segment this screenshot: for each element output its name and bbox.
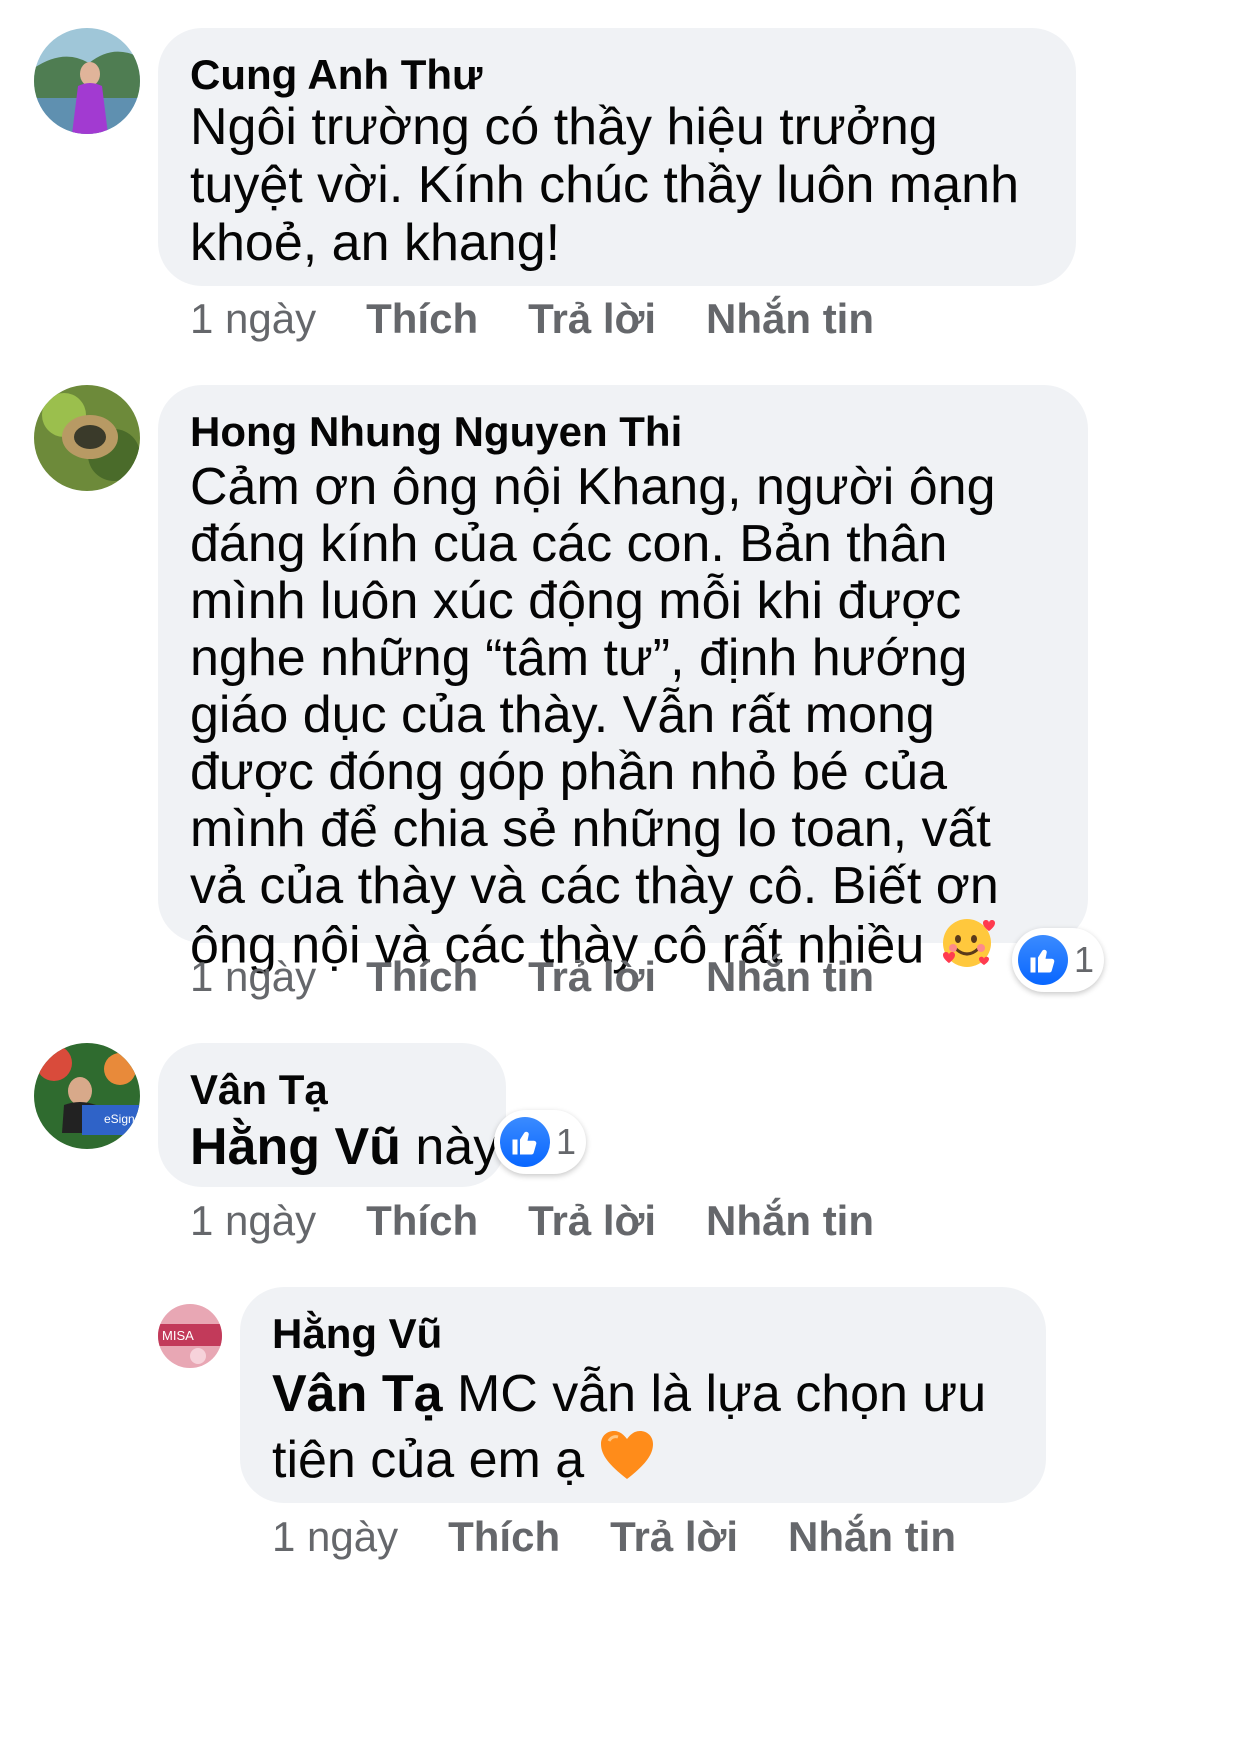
reply-button[interactable]: Trả lời: [528, 952, 656, 1002]
like-button[interactable]: Thích: [366, 952, 478, 1002]
comment-author[interactable]: Hằng Vũ: [272, 1309, 1014, 1359]
comment-author[interactable]: Vân Tạ: [190, 1065, 474, 1115]
like-button[interactable]: Thích: [366, 294, 478, 344]
comment-text-body: Cảm ơn ông nội Khang, người ông đáng kín…: [190, 458, 999, 975]
mention-link[interactable]: Hằng Vũ: [190, 1118, 401, 1176]
message-button[interactable]: Nhắn tin: [788, 1512, 956, 1562]
comment-text-body: này: [400, 1118, 500, 1176]
comment-actions: 1 ngày Thích Trả lời Nhắn tin: [272, 1512, 1006, 1562]
comment-text: Hằng Vũ này: [190, 1115, 499, 1179]
comment-time[interactable]: 1 ngày: [190, 952, 316, 1002]
reply-button[interactable]: Trả lời: [610, 1512, 738, 1562]
message-button[interactable]: Nhắn tin: [706, 1196, 874, 1246]
comment-text: Vân Tạ MC vẫn là lựa chọn ưu tiên của em…: [272, 1361, 1014, 1497]
message-button[interactable]: Nhắn tin: [706, 294, 874, 344]
mention-link[interactable]: Vân Tạ: [272, 1365, 443, 1423]
svg-text:eSign: eSign: [104, 1112, 135, 1126]
comment-bubble: Vân Tạ Hằng Vũ này: [158, 1043, 506, 1187]
reply-button[interactable]: Trả lời: [528, 294, 656, 344]
thumbs-up-icon: [500, 1117, 550, 1167]
avatar[interactable]: MISA: [158, 1304, 222, 1368]
reaction-count: 1: [1074, 939, 1095, 980]
comment-time[interactable]: 1 ngày: [190, 294, 316, 344]
comment-actions: 1 ngày Thích Trả lời Nhắn tin: [190, 952, 924, 1002]
thumbs-up-icon: [1018, 935, 1068, 985]
smiling-face-with-hearts-icon: [939, 915, 995, 983]
comment-time[interactable]: 1 ngày: [272, 1512, 398, 1562]
reaction-count: 1: [556, 1121, 577, 1162]
comment-text: Cảm ơn ông nội Khang, người ông đáng kín…: [190, 459, 1056, 983]
reaction-count-badge[interactable]: 1: [1012, 928, 1105, 992]
like-button[interactable]: Thích: [448, 1512, 560, 1562]
comment-bubble: Hằng Vũ Vân Tạ MC vẫn là lựa chọn ưu tiê…: [240, 1287, 1046, 1503]
reply-button[interactable]: Trả lời: [528, 1196, 656, 1246]
avatar[interactable]: [34, 28, 140, 134]
comment-actions: 1 ngày Thích Trả lời Nhắn tin: [190, 294, 924, 344]
comment-bubble: Hong Nhung Nguyen Thi Cảm ơn ông nội Kha…: [158, 385, 1088, 974]
avatar[interactable]: eSign: [34, 1043, 140, 1149]
comment-actions: 1 ngày Thích Trả lời Nhắn tin: [190, 1196, 924, 1246]
orange-heart-icon: [599, 1429, 655, 1497]
comment-time[interactable]: 1 ngày: [190, 1196, 316, 1246]
avatar[interactable]: [34, 385, 140, 491]
comment-bubble: Cung Anh Thư Ngôi trường có thầy hiệu tr…: [158, 28, 1076, 286]
comment-text: Ngôi trường có thầy hiệu trưởng tuyệt vờ…: [190, 98, 1020, 272]
like-button[interactable]: Thích: [366, 1196, 478, 1246]
comment-author[interactable]: Cung Anh Thư: [190, 50, 1044, 100]
reaction-count-badge[interactable]: 1: [494, 1110, 587, 1174]
message-button[interactable]: Nhắn tin: [706, 952, 874, 1002]
svg-text:MISA: MISA: [162, 1328, 194, 1343]
comment-author[interactable]: Hong Nhung Nguyen Thi: [190, 407, 1056, 457]
